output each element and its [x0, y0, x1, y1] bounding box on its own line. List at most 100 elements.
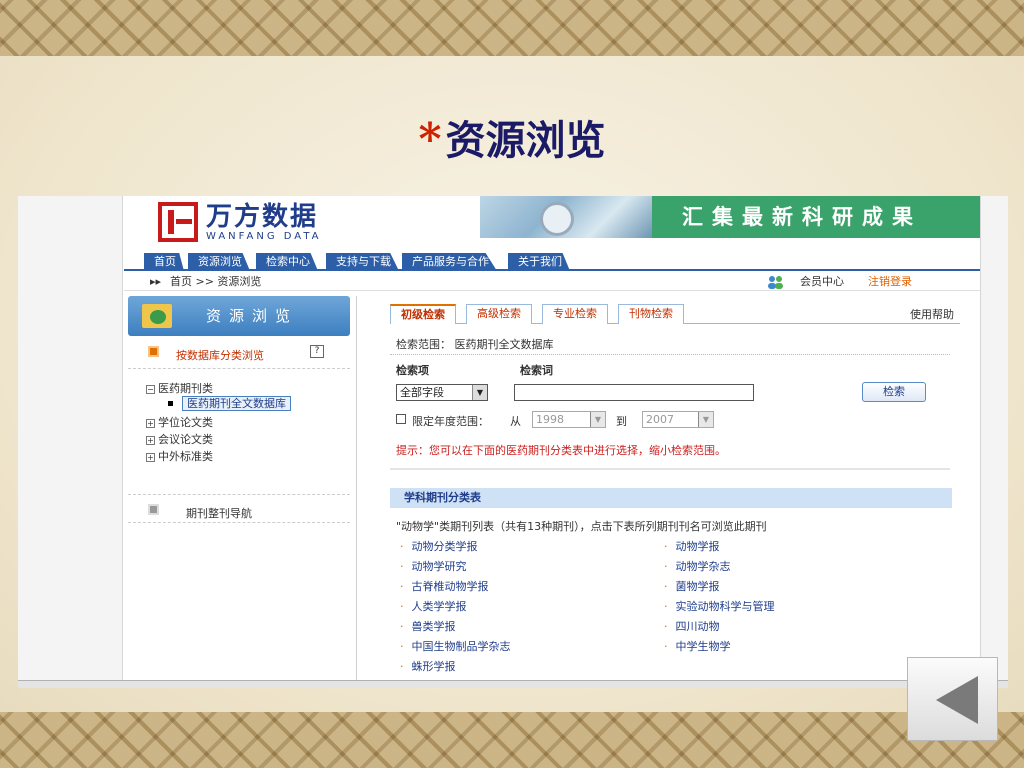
- tree-item-conference[interactable]: + 会议论文类: [146, 431, 213, 447]
- site-slogan: 汇集最新科研成果: [652, 196, 980, 238]
- bullet-icon: [168, 401, 173, 406]
- journal-navigation-link[interactable]: 期刊整刊导航: [186, 505, 252, 521]
- expand-icon[interactable]: +: [146, 419, 155, 428]
- journal-link[interactable]: · 人类学学报: [400, 598, 467, 614]
- expand-icon[interactable]: +: [146, 453, 155, 462]
- tab-advanced-search[interactable]: 高级检索: [466, 304, 532, 324]
- nav-tab-support[interactable]: 支持与下载: [326, 253, 399, 271]
- to-year-select[interactable]: 2007 ▼: [642, 411, 714, 428]
- journal-link[interactable]: · 动物学研究: [400, 558, 467, 574]
- breadcrumb-arrow-icon: ▸▸: [150, 275, 162, 288]
- tree-item-standards[interactable]: + 中外标准类: [146, 448, 213, 464]
- from-label: 从: [510, 415, 521, 428]
- nav-tab-services[interactable]: 产品服务与合作: [402, 253, 497, 271]
- journal-link[interactable]: · 动物分类学报: [400, 538, 478, 554]
- selected-database[interactable]: 医药期刊全文数据库: [182, 396, 291, 411]
- journal-link[interactable]: · 兽类学报: [400, 618, 456, 634]
- search-button[interactable]: 检索: [862, 382, 926, 402]
- chevron-down-icon[interactable]: ▼: [590, 412, 605, 427]
- back-button[interactable]: [907, 657, 998, 741]
- chevron-down-icon[interactable]: ▼: [472, 385, 487, 400]
- journal-title: 四川动物: [675, 620, 720, 633]
- journal-link[interactable]: · 动物学杂志: [664, 558, 731, 574]
- breadcrumb-path[interactable]: 首页 >> 资源浏览: [170, 273, 261, 291]
- nav-tab-home[interactable]: 首页: [144, 253, 184, 271]
- banner-image: [480, 196, 652, 238]
- title-text: 资源浏览: [445, 117, 606, 164]
- breadcrumb: ▸▸ 首页 >> 资源浏览 会员中心 注销登录: [124, 273, 980, 291]
- to-year-value: 2007: [646, 413, 674, 426]
- field-select[interactable]: 全部字段 ▼: [396, 384, 488, 401]
- journal-link[interactable]: · 四川动物: [664, 618, 720, 634]
- journal-link[interactable]: · 菌物学报: [664, 578, 720, 594]
- main-nav: 首页 资源浏览 检索中心 支持与下载 产品服务与合作 关于我们: [124, 253, 980, 271]
- sidebar-title: 资源浏览: [206, 307, 299, 325]
- nav-tab-browse[interactable]: 资源浏览: [188, 253, 250, 271]
- collapse-icon[interactable]: −: [146, 385, 155, 394]
- back-arrow-icon: [936, 676, 978, 724]
- tab-journal-search[interactable]: 刊物检索: [618, 304, 684, 324]
- logout-link[interactable]: 注销登录: [868, 273, 912, 291]
- tab-expert-search[interactable]: 专业检索: [542, 304, 608, 324]
- journal-title: 动物学杂志: [675, 560, 731, 573]
- journal-link[interactable]: · 古脊椎动物学报: [400, 578, 489, 594]
- tree-item-medical-journals[interactable]: − 医药期刊类: [146, 380, 213, 396]
- term-label: 检索词: [520, 364, 553, 377]
- journal-title: 兽类学报: [411, 620, 456, 633]
- journal-link[interactable]: · 蛛形学报: [400, 658, 456, 674]
- website-screenshot: 万方数据 WANFANG DATA 汇集最新科研成果 首页 资源浏览 检索中心 …: [18, 196, 1008, 688]
- browse-bullet-icon: [148, 346, 159, 357]
- browse-by-database-link[interactable]: 按数据库分类浏览: [176, 347, 264, 363]
- sidebar-divider: [128, 494, 350, 495]
- journal-link[interactable]: · 中国生物制品学杂志: [400, 638, 511, 654]
- journal-link[interactable]: · 动物学报: [664, 538, 720, 554]
- browser-status-bar: [18, 680, 1008, 688]
- journal-link[interactable]: · 中学生物学: [664, 638, 731, 654]
- divider: [390, 468, 950, 470]
- search-tabs: 初级检索 高级检索 专业检索 刊物检索 使用帮助: [390, 304, 960, 324]
- expand-icon[interactable]: +: [146, 436, 155, 445]
- logo-english: WANFANG DATA: [206, 230, 322, 242]
- from-year-select[interactable]: 1998 ▼: [532, 411, 606, 428]
- site-header: 万方数据 WANFANG DATA 汇集最新科研成果: [124, 196, 980, 252]
- journal-title: 菌物学报: [675, 580, 720, 593]
- field-select-value: 全部字段: [400, 386, 444, 399]
- sidebar-divider: [128, 522, 350, 523]
- tree-item-theses[interactable]: + 学位论文类: [146, 414, 213, 430]
- journal-title: 动物学研究: [411, 560, 467, 573]
- journal-title: 动物学报: [675, 540, 720, 553]
- search-scope: 检索范围： 医药期刊全文数据库: [396, 336, 554, 352]
- chevron-down-icon[interactable]: ▼: [698, 412, 713, 427]
- nav-tab-about[interactable]: 关于我们: [508, 253, 570, 271]
- column-divider: [356, 296, 357, 688]
- logo-chinese: 万方数据: [206, 201, 319, 232]
- title-star: *: [418, 114, 442, 165]
- decorative-top-border: [0, 0, 1024, 56]
- journal-title: 蛛形学报: [411, 660, 456, 673]
- member-center-link[interactable]: 会员中心: [800, 273, 844, 291]
- browser-margin-left: [18, 196, 123, 688]
- journal-link[interactable]: · 实验动物科学与管理: [664, 598, 775, 614]
- year-limit-checkbox[interactable]: [396, 414, 406, 424]
- journal-list-note: "动物学"类期刊列表（共有13种期刊），点击下表所列期刊刊名可浏览此期刊: [396, 520, 767, 533]
- divider: [390, 354, 950, 355]
- browser-margin-right: [980, 196, 1008, 688]
- journal-title: 实验动物科学与管理: [675, 600, 775, 613]
- scope-label: 检索范围：: [396, 338, 451, 351]
- nav-tab-search-center[interactable]: 检索中心: [256, 253, 318, 271]
- tree-label: 中外标准类: [158, 450, 213, 463]
- slide-title: * 资源浏览: [0, 108, 1024, 166]
- search-term-input[interactable]: [514, 384, 754, 401]
- tab-basic-search[interactable]: 初级检索: [390, 304, 456, 324]
- journal-title: 动物分类学报: [411, 540, 478, 553]
- journal-title: 古脊椎动物学报: [411, 580, 489, 593]
- sidebar: 资源浏览 按数据库分类浏览 ? − 医药期刊类 医药期刊全文数据库 + 学位论文类 …: [124, 296, 354, 688]
- site-logo[interactable]: 万方数据 WANFANG DATA: [158, 202, 322, 242]
- tree-label: 学位论文类: [158, 416, 213, 429]
- wanfang-page: 万方数据 WANFANG DATA 汇集最新科研成果 首页 资源浏览 检索中心 …: [124, 196, 980, 688]
- help-question-icon[interactable]: ?: [310, 345, 324, 358]
- tree-label: 医药期刊类: [158, 382, 213, 395]
- help-link[interactable]: 使用帮助: [910, 306, 954, 322]
- members-icon: [768, 276, 783, 289]
- to-label: 到: [616, 415, 627, 428]
